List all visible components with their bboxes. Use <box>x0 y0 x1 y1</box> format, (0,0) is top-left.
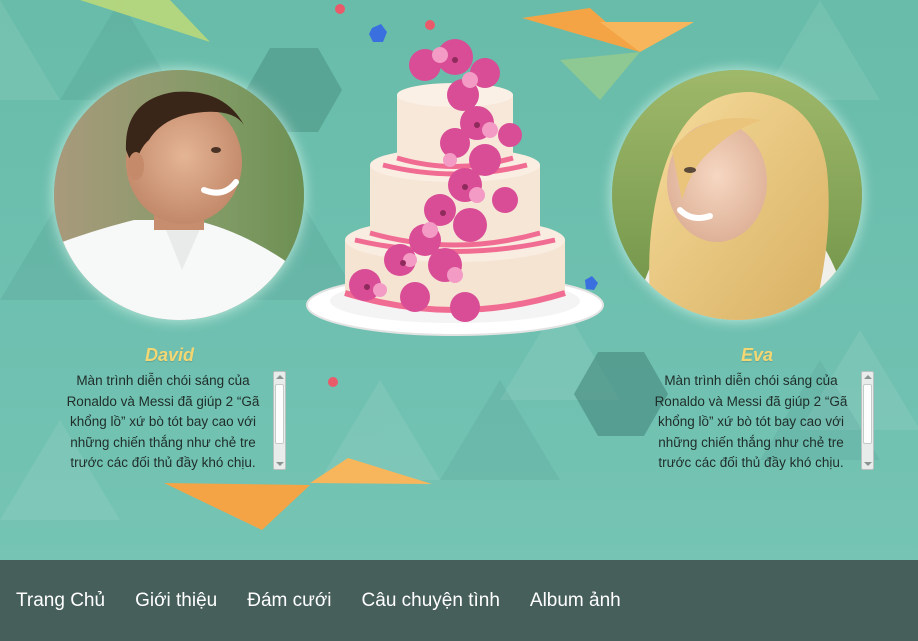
hero-section: David Eva Màn trình diễn chói sáng của R… <box>0 0 918 560</box>
nav-item-about[interactable]: Giới thiệu <box>135 590 217 612</box>
scroll-thumb[interactable] <box>863 384 872 444</box>
scroll-down-icon[interactable] <box>864 462 872 466</box>
bride-bio-scrollbar[interactable] <box>861 371 874 470</box>
groom-bio-scrollbar[interactable] <box>273 371 286 470</box>
groom-avatar <box>54 70 304 320</box>
nav-item-wedding[interactable]: Đám cưới <box>247 590 331 612</box>
scroll-down-icon[interactable] <box>276 462 284 466</box>
scroll-up-icon[interactable] <box>276 375 284 379</box>
nav-item-album[interactable]: Album ảnh <box>530 590 621 612</box>
main-nav: Trang Chủ Giới thiệu Đám cưới Câu chuyện… <box>0 560 918 641</box>
scroll-thumb[interactable] <box>275 384 284 444</box>
groom-bio: Màn trình diễn chói sáng của Ronaldo và … <box>66 373 260 470</box>
wedding-cake-image <box>305 35 615 345</box>
bride-bio-box[interactable]: Màn trình diễn chói sáng của Ronaldo và … <box>645 371 875 471</box>
nav-item-love-story[interactable]: Câu chuyện tình <box>362 590 500 612</box>
bride-name: Eva <box>741 345 774 365</box>
bride-bio: Màn trình diễn chói sáng của Ronaldo và … <box>654 373 848 470</box>
groom-name: David <box>145 345 195 365</box>
shard-shape <box>164 483 310 530</box>
nav-item-home[interactable]: Trang Chủ <box>16 590 105 612</box>
bride-avatar <box>612 70 862 320</box>
scroll-up-icon[interactable] <box>864 375 872 379</box>
groom-bio-box[interactable]: Màn trình diễn chói sáng của Ronaldo và … <box>57 371 287 471</box>
